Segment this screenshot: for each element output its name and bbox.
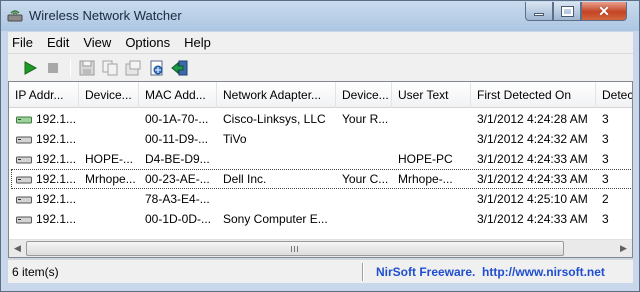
cell-count: 2 — [602, 192, 609, 206]
cell-device-name — [79, 189, 139, 209]
scroll-left-icon[interactable]: ◀ — [9, 240, 26, 257]
cell-first-detected: 3/1/2012 4:24:28 AM — [477, 112, 588, 126]
cell-ip: 192.1... — [36, 152, 77, 166]
maximize-icon — [560, 5, 574, 17]
title-bar[interactable]: Wireless Network Watcher ✕ — [1, 1, 639, 31]
wireless-app-icon — [7, 10, 23, 22]
cell-first-detected: 3/1/2012 4:25:10 AM — [477, 192, 588, 206]
menu-bar: File Edit View Options Help — [8, 32, 633, 53]
column-detection-count[interactable]: Detec — [596, 82, 632, 108]
cell-count: 3 — [602, 152, 609, 166]
properties-icon[interactable] — [124, 59, 142, 77]
cell-user-text — [392, 189, 471, 209]
cell-user-text: Mrhope-... — [398, 172, 453, 186]
status-bar: 6 item(s) NirSoft Freeware. http://www.n… — [8, 259, 633, 283]
cell-user-text — [392, 209, 471, 229]
column-ip-address[interactable]: IP Addr... — [9, 82, 79, 108]
column-device-name[interactable]: Device... — [79, 82, 139, 108]
cell-user-text: HOPE-PC — [398, 152, 453, 166]
menu-options[interactable]: Options — [118, 35, 177, 50]
item-count: 6 item(s) — [12, 265, 59, 279]
status-separator — [362, 263, 364, 281]
minimize-icon — [534, 12, 544, 16]
table-row[interactable]: 192.1... 78-A3-E4-... 3/1/2012 4:25:10 A… — [9, 189, 632, 209]
cell-adapter: Sony Computer E... — [223, 212, 328, 226]
menu-view[interactable]: View — [76, 35, 118, 50]
cell-adapter: TiVo — [223, 132, 247, 146]
cell-mac: 00-1A-70-... — [145, 112, 209, 126]
cell-device-info: Your C... — [342, 172, 389, 186]
copy-icon[interactable] — [101, 59, 119, 77]
cell-ip: 192.1... — [36, 192, 77, 206]
list-header: IP Addr... Device... MAC Add... Network … — [9, 82, 632, 108]
cell-user-text — [392, 129, 471, 149]
column-user-text[interactable]: User Text — [392, 82, 471, 108]
cell-device-info — [336, 209, 392, 229]
app-window: Wireless Network Watcher ✕ File Edit Vie… — [0, 0, 640, 292]
cell-mac: 00-1D-0D-... — [145, 212, 212, 226]
menu-file[interactable]: File — [8, 35, 40, 50]
cell-device-info — [336, 149, 392, 169]
cell-user-text — [392, 109, 471, 129]
column-first-detected[interactable]: First Detected On — [471, 82, 596, 108]
table-row[interactable]: 192.1... HOPE-... D4-BE-D9... HOPE-PC 3/… — [9, 149, 632, 169]
save-icon[interactable] — [78, 59, 96, 77]
cell-device-info: Your R... — [342, 112, 389, 126]
cell-adapter — [217, 149, 336, 169]
window-title: Wireless Network Watcher — [29, 8, 182, 23]
cell-adapter — [217, 189, 336, 209]
cell-device-name: Mrhope... — [85, 172, 136, 186]
table-row[interactable]: 192.1... 00-11-D9-... TiVo 3/1/2012 4:24… — [9, 129, 632, 149]
cell-adapter: Dell Inc. — [223, 172, 267, 186]
nirsoft-link[interactable]: NirSoft Freeware. http://www.nirsoft.net — [376, 265, 605, 279]
cell-first-detected: 3/1/2012 4:24:32 AM — [477, 132, 588, 146]
list-rows: 192.1... 00-1A-70-... Cisco-Linksys, LLC… — [9, 109, 632, 229]
horizontal-scrollbar[interactable]: ◀ ▶ — [9, 239, 632, 257]
toolbar-separator — [70, 59, 71, 77]
html-report-icon[interactable] — [148, 59, 166, 77]
column-network-adapter[interactable]: Network Adapter... — [217, 82, 336, 108]
cell-mac: 00-11-D9-... — [145, 132, 209, 146]
cell-device-name — [79, 109, 139, 129]
column-mac-address[interactable]: MAC Add... — [139, 82, 217, 108]
cell-ip: 192.1... — [36, 112, 77, 126]
device-list[interactable]: IP Addr... Device... MAC Add... Network … — [8, 81, 633, 258]
cell-ip: 192.1... — [36, 212, 77, 226]
stop-icon[interactable] — [44, 59, 62, 77]
scrollbar-thumb[interactable] — [26, 241, 564, 256]
table-row[interactable]: 192.1... 00-1D-0D-... Sony Computer E...… — [9, 209, 632, 229]
cell-adapter: Cisco-Linksys, LLC — [223, 112, 326, 126]
close-button[interactable]: ✕ — [581, 2, 627, 21]
scroll-right-icon[interactable]: ▶ — [615, 240, 632, 257]
table-row[interactable]: 192.1... 00-1A-70-... Cisco-Linksys, LLC… — [9, 109, 632, 129]
grip-icon — [291, 246, 300, 252]
cell-count: 3 — [602, 132, 609, 146]
cell-mac: D4-BE-D9... — [145, 152, 210, 166]
table-row-selected[interactable]: 192.1... Mrhope... 00-23-AE-... Dell Inc… — [9, 169, 632, 189]
cell-count: 3 — [602, 172, 609, 186]
menu-edit[interactable]: Edit — [40, 35, 76, 50]
cell-device-name — [79, 209, 139, 229]
close-icon: ✕ — [598, 3, 610, 19]
menu-help[interactable]: Help — [177, 35, 218, 50]
cell-first-detected: 3/1/2012 4:24:33 AM — [477, 172, 588, 186]
maximize-button[interactable] — [553, 2, 581, 21]
cell-count: 3 — [602, 212, 609, 226]
cell-device-info — [336, 189, 392, 209]
cell-first-detected: 3/1/2012 4:24:33 AM — [477, 212, 588, 226]
toolbar — [8, 53, 633, 81]
cell-device-name — [79, 129, 139, 149]
cell-ip: 192.1... — [36, 132, 77, 146]
cell-mac: 78-A3-E4-... — [145, 192, 210, 206]
start-icon[interactable] — [21, 59, 39, 77]
cell-ip: 192.1... — [36, 172, 77, 186]
minimize-button[interactable] — [525, 2, 553, 21]
cell-device-info — [336, 129, 392, 149]
column-device-info[interactable]: Device... — [336, 82, 392, 108]
cell-count: 3 — [602, 112, 609, 126]
cell-mac: 00-23-AE-... — [145, 172, 210, 186]
cell-first-detected: 3/1/2012 4:24:33 AM — [477, 152, 588, 166]
cell-device-name: HOPE-... — [85, 152, 134, 166]
exit-icon[interactable] — [171, 59, 189, 77]
